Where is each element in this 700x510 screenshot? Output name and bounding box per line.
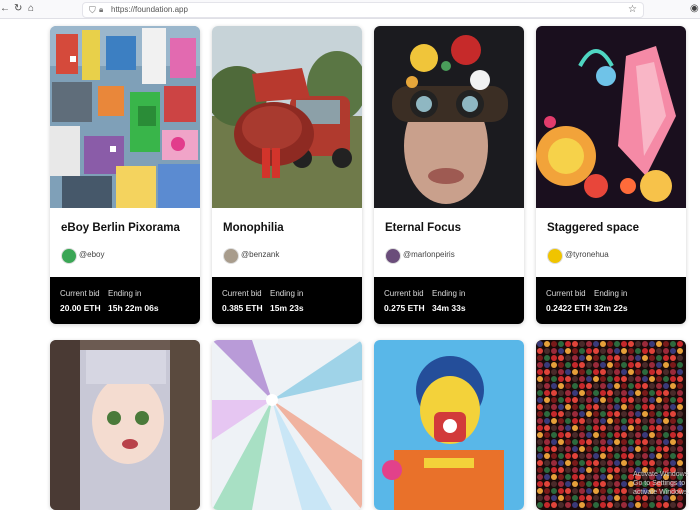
creator-handle[interactable]: @tyronehua [565, 250, 609, 259]
creator-handle[interactable]: @benzank [241, 250, 279, 259]
browser-toolbar: ← ↻ ⌂ ⛉ 🔒︎ https://foundation.app ☆ ◉ [0, 0, 700, 19]
avatar[interactable] [547, 248, 563, 264]
watermark-line1: Activate Windows [633, 471, 689, 478]
auction-info: Current bid 20.00 ETH Ending in 15h 22m … [50, 277, 200, 324]
watermark-line2: Go to Settings to activate Windows. [633, 480, 690, 496]
address-bar[interactable]: ⛉ 🔒︎ https://foundation.app ☆ [82, 2, 644, 18]
url-text[interactable]: https://foundation.app [111, 4, 188, 16]
artwork-image[interactable] [50, 340, 200, 510]
home-icon[interactable]: ⌂ [28, 2, 34, 16]
artwork-image[interactable] [536, 26, 686, 208]
bookmark-star-icon[interactable]: ☆ [628, 3, 637, 16]
artwork-image[interactable] [50, 26, 200, 208]
ending-label: Ending in [270, 289, 304, 298]
artwork-title[interactable]: Eternal Focus [385, 222, 461, 234]
avatar[interactable] [223, 248, 239, 264]
auction-info: Current bid 0.2422 ETH Ending in 32m 22s [536, 277, 686, 324]
current-bid-label: Current bid [60, 289, 100, 298]
artwork-card[interactable] [374, 340, 524, 510]
reload-icon[interactable]: ↻ [14, 2, 22, 16]
artwork-card[interactable]: eBoy Berlin Pixorama @eboy Current bid 2… [50, 26, 200, 324]
shield-icon[interactable]: ⛉ [89, 4, 96, 16]
artwork-image[interactable] [374, 340, 524, 510]
ending-value: 15m 23s [270, 303, 304, 313]
artwork-title[interactable]: Monophilia [223, 222, 284, 234]
avatar[interactable] [61, 248, 77, 264]
ending-value: 34m 33s [432, 303, 466, 313]
ending-label: Ending in [594, 289, 628, 298]
auction-info: Current bid 0.385 ETH Ending in 15m 23s [212, 277, 362, 324]
lock-icon[interactable]: 🔒︎ [99, 4, 103, 16]
current-bid-value: 0.275 ETH [384, 303, 425, 313]
artwork-card[interactable]: Monophilia @benzank Current bid 0.385 ET… [212, 26, 362, 324]
current-bid-value: 0.2422 ETH [546, 303, 592, 313]
current-bid-label: Current bid [384, 289, 424, 298]
extensions-icon[interactable]: ◉ [690, 2, 699, 16]
artwork-title[interactable]: Staggered space [547, 222, 639, 234]
auction-info: Current bid 0.275 ETH Ending in 34m 33s [374, 277, 524, 324]
artwork-card[interactable] [50, 340, 200, 510]
avatar[interactable] [385, 248, 401, 264]
artwork-image[interactable] [212, 340, 362, 510]
artwork-card[interactable]: Eternal Focus @marlonpeiris Current bid … [374, 26, 524, 324]
current-bid-value: 0.385 ETH [222, 303, 263, 313]
current-bid-value: 20.00 ETH [60, 303, 101, 313]
ending-value: 32m 22s [594, 303, 628, 313]
ending-label: Ending in [108, 289, 142, 298]
windows-watermark: Activate Windows Go to Settings to activ… [633, 470, 700, 497]
artwork-image[interactable] [374, 26, 524, 208]
current-bid-label: Current bid [546, 289, 586, 298]
artwork-card[interactable]: Staggered space @tyronehua Current bid 0… [536, 26, 686, 324]
back-arrow-icon[interactable]: ← [0, 2, 10, 16]
creator-handle[interactable]: @marlonpeiris [403, 250, 455, 259]
current-bid-label: Current bid [222, 289, 262, 298]
ending-value: 15h 22m 06s [108, 303, 159, 313]
artwork-image[interactable] [212, 26, 362, 208]
artwork-card[interactable] [212, 340, 362, 510]
artwork-grid: eBoy Berlin Pixorama @eboy Current bid 2… [0, 18, 700, 510]
ending-label: Ending in [432, 289, 466, 298]
artwork-title[interactable]: eBoy Berlin Pixorama [61, 222, 180, 234]
creator-handle[interactable]: @eboy [79, 250, 104, 259]
